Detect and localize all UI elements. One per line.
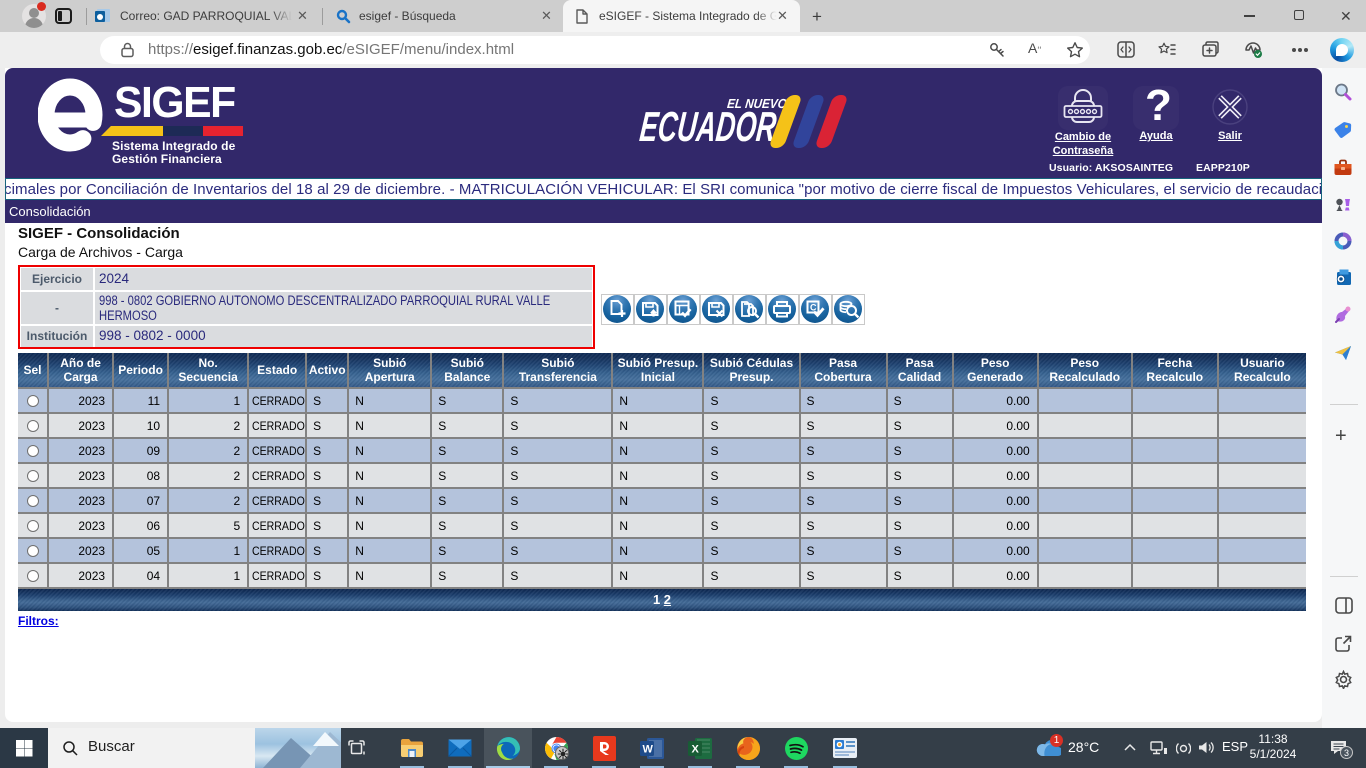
svg-text:X: X	[692, 744, 700, 756]
svg-text:C: C	[810, 303, 817, 313]
svg-text:W: W	[643, 744, 654, 756]
